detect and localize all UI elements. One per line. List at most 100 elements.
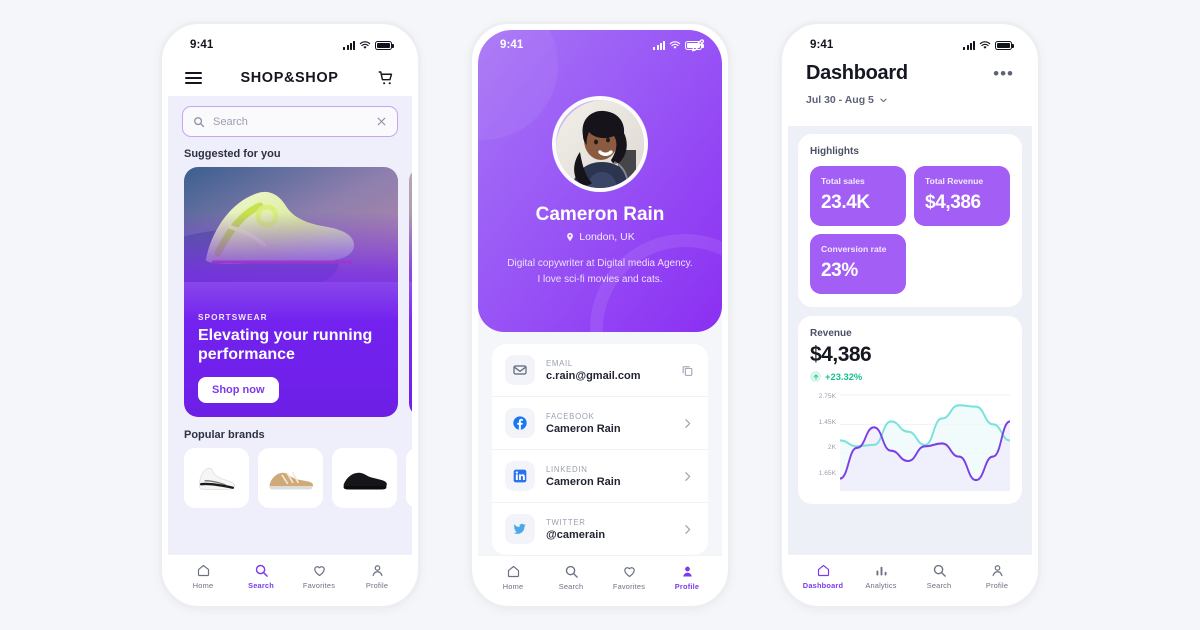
chevron-right-icon[interactable]	[681, 417, 695, 430]
popular-brands-title: Popular brands	[184, 429, 265, 441]
envelope-icon	[505, 355, 535, 385]
promo-text: SPORTSWEAR Elevating your running perfor…	[198, 313, 384, 403]
status-indicators	[343, 40, 394, 50]
tab-favorites[interactable]: Favorites	[290, 563, 348, 590]
white-high-top-sneaker-icon	[198, 467, 235, 490]
stat-card-total-sales[interactable]: Total sales 23.4K	[810, 166, 906, 226]
copy-icon[interactable]	[681, 364, 695, 377]
profile-location-text: London, UK	[579, 231, 635, 243]
stat-card-conversion-rate[interactable]: Conversion rate 23%	[810, 234, 906, 294]
phone-dashboard: 9:41 Dashboard ••• Jul 30 - Aug 5 Highli…	[779, 21, 1041, 609]
twitter-icon	[505, 514, 535, 544]
chart-svg	[840, 394, 1010, 491]
dashboard-content: Highlights Total sales 23.4K Total Reven…	[788, 126, 1032, 554]
status-time: 9:41	[500, 39, 524, 51]
tab-label: Profile	[985, 581, 1009, 590]
highlights-panel: Highlights Total sales 23.4K Total Reven…	[798, 134, 1022, 307]
contact-label: EMAIL	[546, 358, 573, 368]
avatar[interactable]	[552, 96, 648, 192]
revenue-delta: +23.32%	[810, 371, 1010, 382]
profile-bio-line-2: I love sci-fi movies and cats.	[537, 273, 663, 285]
tab-search[interactable]: Search	[910, 563, 968, 590]
tab-label: Search	[248, 581, 274, 590]
brand-logo: SHOP&SHOP	[240, 70, 339, 86]
tab-search[interactable]: Search	[232, 563, 290, 590]
brand-card[interactable]	[406, 448, 412, 508]
tab-profile[interactable]: Profile	[658, 564, 716, 591]
tab-label: Analytics	[865, 581, 897, 590]
tab-profile[interactable]: Profile	[968, 563, 1026, 590]
tab-label: Dashboard	[802, 581, 844, 590]
stat-label: Total sales	[821, 176, 865, 186]
stat-value: 23.4K	[821, 192, 870, 213]
tab-label: Favorites	[612, 582, 646, 591]
status-bar-profile: 9:41	[478, 30, 722, 60]
promo-carousel[interactable]: SPORTSWEAR Elevating your running perfor…	[168, 167, 412, 417]
shop-tabbar: Home Search Favorites Profile	[168, 554, 412, 600]
brands-carousel[interactable]	[168, 448, 412, 508]
cart-icon[interactable]	[377, 69, 395, 87]
tab-analytics[interactable]: Analytics	[852, 563, 910, 590]
phone-mockups-stage: 9:41 SHOP&SHOP Search Suggested for you …	[0, 0, 1200, 630]
stat-value: 23%	[821, 260, 858, 281]
contact-label: FACEBOOK	[546, 411, 595, 421]
y-tick-label: 1.45K	[818, 418, 836, 426]
tan-running-shoe-icon	[269, 471, 313, 490]
tab-label: Search	[926, 581, 952, 590]
brand-card[interactable]	[184, 448, 249, 508]
blue-white-sneaker-icon	[412, 463, 413, 493]
promo-headline: Elevating your running performance	[198, 327, 373, 364]
wifi-icon	[359, 40, 371, 49]
home-icon	[197, 564, 209, 577]
person-icon	[992, 565, 1002, 577]
close-icon[interactable]	[376, 116, 387, 127]
contact-value: Cameron Rain	[546, 422, 621, 435]
profile-location: London, UK	[565, 231, 635, 243]
brand-card[interactable]	[332, 448, 397, 508]
tab-favorites[interactable]: Favorites	[600, 564, 658, 591]
arrow-up-glyph	[813, 374, 818, 379]
date-range-label: Jul 30 - Aug 5	[806, 94, 874, 106]
tab-profile[interactable]: Profile	[348, 563, 406, 590]
search-icon	[933, 564, 946, 577]
profile-tabbar: Home Search Favorites Profile	[478, 555, 722, 600]
tab-home[interactable]: Home	[174, 563, 232, 590]
contact-row-linkedin[interactable]: LINKEDIN Cameron Rain	[492, 450, 708, 503]
facebook-glyph	[513, 416, 527, 430]
signal-icon	[653, 40, 665, 50]
profile-hero: 9:41 Cameron Rain London, UK Digital cop…	[478, 30, 722, 332]
person-icon	[372, 565, 382, 577]
hamburger-icon[interactable]	[185, 71, 202, 85]
stat-value: $4,386	[925, 192, 981, 213]
tab-dashboard[interactable]: Dashboard	[794, 563, 852, 590]
profile-screen: 9:41 Cameron Rain London, UK Digital cop…	[478, 30, 722, 600]
dashboard-header: Dashboard ••• Jul 30 - Aug 5	[788, 60, 1032, 126]
wifi-icon	[669, 40, 681, 49]
contact-row-facebook[interactable]: FACEBOOK Cameron Rain	[492, 397, 708, 450]
search-input[interactable]: Search	[182, 106, 398, 137]
profile-name: Cameron Rain	[535, 204, 665, 225]
chevron-right-icon[interactable]	[681, 523, 695, 536]
tab-search[interactable]: Search	[542, 564, 600, 591]
linkedin-glyph	[513, 469, 527, 483]
chevron-glyph	[685, 418, 691, 428]
promo-card[interactable]: BOOTS Best boots Shop now	[409, 167, 412, 417]
tab-label: Profile	[365, 581, 389, 590]
promo-card[interactable]: SPORTSWEAR Elevating your running perfor…	[184, 167, 398, 417]
chevron-down-icon	[880, 98, 887, 102]
date-range-selector[interactable]: Jul 30 - Aug 5	[806, 94, 1014, 106]
ellipsis-icon[interactable]: •••	[993, 65, 1014, 82]
shop-now-button[interactable]: Shop now	[198, 377, 279, 403]
stat-card-total-revenue[interactable]: Total Revenue $4,386	[914, 166, 1010, 226]
brand-card[interactable]	[258, 448, 323, 508]
battery-icon	[685, 40, 704, 50]
contact-text: TWITTER @camerain	[546, 518, 670, 541]
y-tick-label: 2.75K	[818, 393, 836, 400]
contact-row-email[interactable]: EMAIL c.rain@gmail.com	[492, 344, 708, 397]
copy-glyph	[682, 365, 693, 376]
revenue-panel: Revenue $4,386 +23.32% 2.75K 1.45K 2K 1.…	[798, 316, 1022, 504]
home-icon	[507, 565, 519, 578]
chevron-right-icon[interactable]	[681, 470, 695, 483]
contact-row-twitter[interactable]: TWITTER @camerain	[492, 503, 708, 555]
tab-home[interactable]: Home	[484, 564, 542, 591]
